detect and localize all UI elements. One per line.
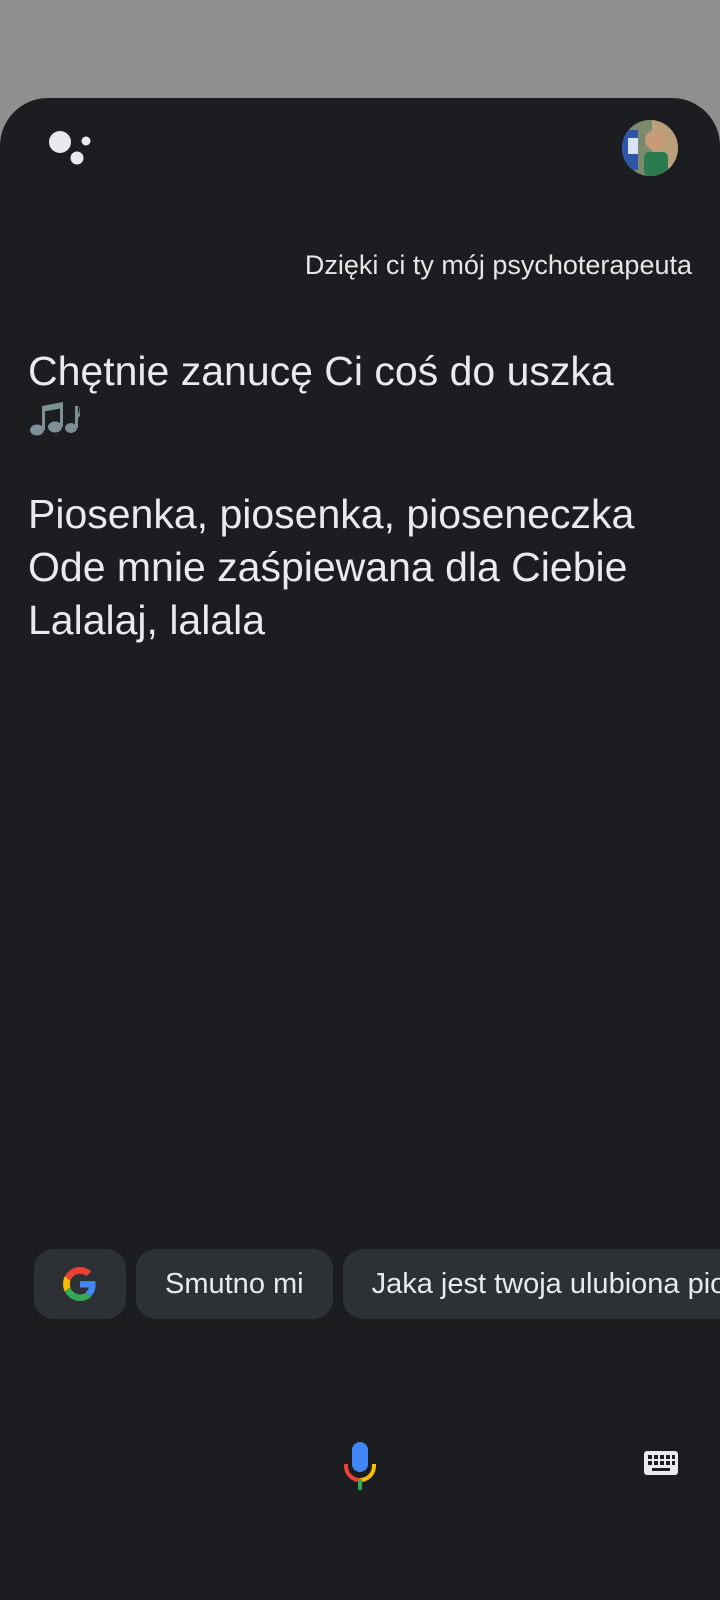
reply-line: Lalalaj, lalala (28, 597, 266, 643)
microphone-icon[interactable] (344, 1442, 376, 1490)
user-avatar[interactable] (622, 120, 678, 176)
google-g-icon (63, 1267, 96, 1301)
google-search-chip[interactable] (34, 1249, 126, 1319)
reply-line: Piosenka, piosenka, pioseneczka (28, 491, 635, 537)
reply-line: Ode mnie zaśpiewana dla Ciebie (28, 544, 628, 590)
suggestion-chip[interactable]: Jaka jest twoja ulubiona piosenka (342, 1249, 720, 1319)
suggestion-chip[interactable]: Smutno mi (136, 1249, 333, 1319)
assistant-sheet (0, 98, 720, 1600)
music-notes-icon (28, 398, 698, 456)
assistant-dots-icon (49, 131, 91, 165)
assistant-reply: Chętnie zanucę Ci coś do uszka Piosenka,… (28, 345, 698, 647)
keyboard-icon[interactable] (643, 1450, 679, 1478)
reply-line: Chętnie zanucę Ci coś do uszka (28, 348, 614, 394)
suggestion-chips: Smutno miJaka jest twoja ulubiona piosen… (34, 1249, 720, 1319)
user-query-bubble: Dzięki ci ty mój psychoterapeuta (304, 250, 692, 280)
